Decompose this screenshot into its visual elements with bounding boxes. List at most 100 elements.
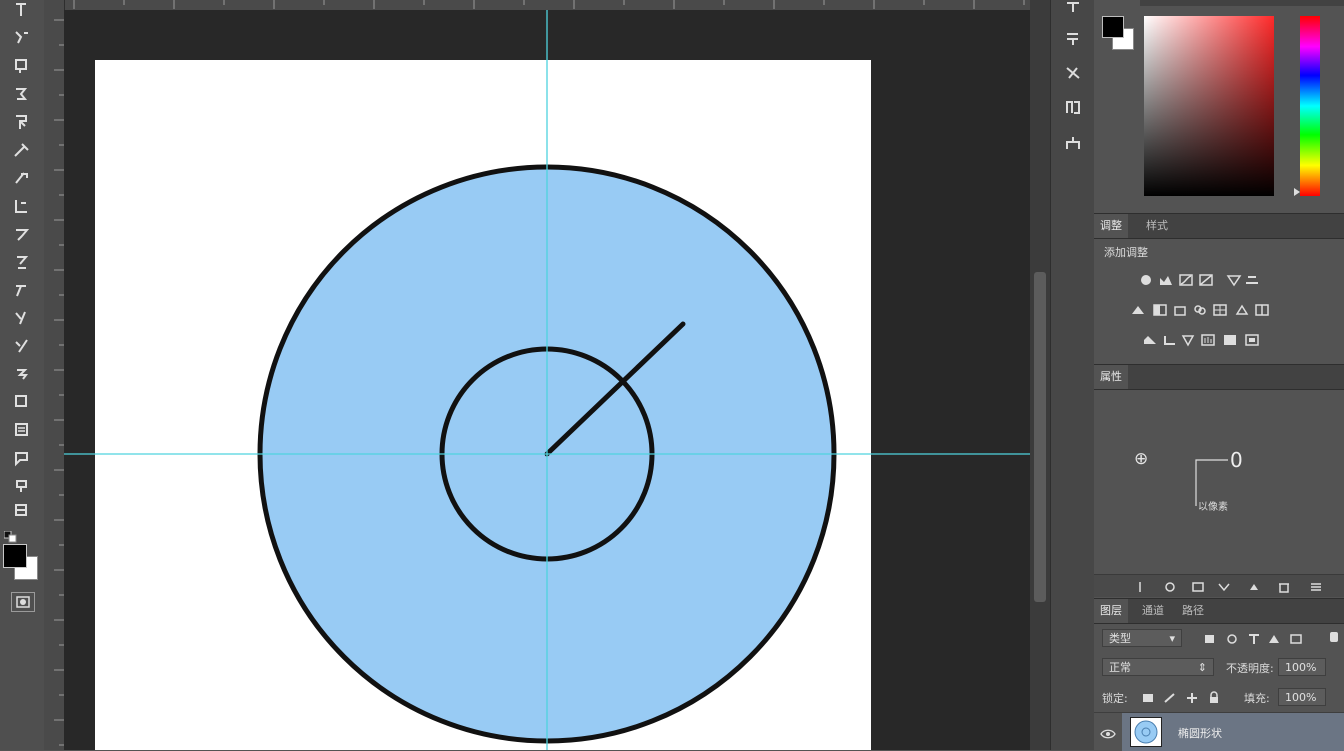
blend-mode-value: 正常 [1109,661,1131,674]
threshold-icon[interactable] [1142,332,1158,346]
exposure-icon[interactable] [1198,272,1214,286]
type-icon[interactable] [10,420,34,440]
color-panel [1094,0,1344,210]
delete-adjustment-icon[interactable] [1246,579,1262,593]
chevron-down-icon: ▾ [1169,632,1175,645]
lock-pixels-icon[interactable] [1140,690,1156,704]
filter-type-icon[interactable] [1246,631,1262,645]
filter-pixel-icon[interactable] [1202,631,1218,645]
character-icon[interactable] [1058,92,1088,122]
artwork[interactable] [64,10,1030,750]
foreground-color-swatch[interactable] [3,544,27,568]
eraser-icon[interactable] [10,280,34,300]
color-spectrum[interactable] [1144,16,1274,196]
marquee-icon[interactable] [10,28,34,48]
tab-channels[interactable]: 通道 [1136,599,1170,623]
vertical-ruler [44,0,65,750]
curves-icon[interactable] [1178,272,1194,286]
hue-slider[interactable] [1300,16,1320,196]
tab-paths[interactable]: 路径 [1176,599,1210,623]
filter-toggle[interactable] [1326,629,1338,643]
view-previous-icon[interactable] [1162,579,1178,593]
lock-all-icon[interactable] [1206,690,1222,704]
opacity-input[interactable]: 100% [1278,658,1326,676]
selective-color-icon[interactable] [1180,332,1196,347]
trash-icon[interactable] [1276,579,1292,593]
toggle-visibility-icon[interactable] [1216,579,1232,593]
posterize-icon[interactable] [1254,302,1270,316]
tab-properties[interactable]: 属性 [1094,365,1128,389]
hue-saturation-icon[interactable] [1244,272,1260,286]
shadows-highlights-icon[interactable] [1200,332,1216,346]
properties-icon[interactable] [1058,24,1088,54]
hdr-toning-icon[interactable] [1222,332,1238,346]
layer-thumbnail [1130,717,1162,747]
tab-styles[interactable]: 样式 [1140,214,1174,238]
history-brush-icon[interactable] [10,252,34,272]
filter-shape-icon[interactable] [1266,631,1282,645]
angle-value[interactable]: 0 [1230,448,1243,472]
scrollbar-thumb[interactable] [1034,272,1046,602]
quick-select-icon[interactable] [10,84,34,104]
tab-adjustments[interactable]: 调整 [1094,214,1128,238]
default-colors-icon[interactable] [3,528,18,543]
vibrance-icon[interactable] [1226,272,1242,287]
lock-paint-icon[interactable] [1162,690,1178,704]
panel-foreground-swatch[interactable] [1102,16,1124,38]
adjustments-tabbar: 调整 样式 [1094,213,1344,239]
hue-slider-handle[interactable] [1294,188,1306,196]
color-balance-icon[interactable] [1130,302,1146,316]
brush-presets-icon[interactable] [1058,58,1088,88]
panel-menu-icon[interactable] [1308,579,1324,593]
clone-stamp-icon[interactable] [10,224,34,244]
paragraph-icon[interactable] [1058,128,1088,158]
lasso-icon[interactable] [10,56,34,76]
history-icon[interactable] [1058,0,1088,24]
right-panels: 调整 样式 添加调整 属性 ⊕ 0 以像素 图层 通道 路径 类型 ▾ 正常 ⇕… [1094,0,1344,751]
crop-icon[interactable] [10,112,34,132]
path-select-icon[interactable] [10,448,34,468]
layer-name[interactable]: 椭圆形状 [1178,725,1222,741]
fill-input[interactable]: 100% [1278,688,1326,706]
angle-icon: ⊕ [1134,449,1149,469]
levels-icon[interactable] [1158,272,1174,286]
chevron-down-icon: ⇕ [1197,661,1207,674]
color-lookup-icon[interactable] [1212,302,1228,316]
adjustments-title: 添加调整 [1104,246,1148,259]
layer-row[interactable]: 椭圆形状 [1094,712,1344,751]
tools-panel [0,0,45,750]
eyedropper-icon[interactable] [10,140,34,160]
lock-position-icon[interactable] [1184,690,1200,704]
brush-icon[interactable] [10,196,34,216]
shape-icon[interactable] [10,476,34,496]
black-white-icon[interactable] [1152,302,1168,316]
photo-filter-icon[interactable] [1172,302,1188,316]
blend-mode-select[interactable]: 正常 ⇕ [1102,658,1214,676]
reset-icon[interactable] [1190,579,1206,593]
panel-dock [1050,0,1096,750]
gradient-icon[interactable] [10,308,34,328]
clip-icon[interactable] [1132,579,1148,593]
variations-icon[interactable] [1244,332,1260,346]
channel-mixer-icon[interactable] [1192,302,1208,316]
hand-icon[interactable] [10,500,34,520]
opacity-label: 不透明度: [1226,662,1274,675]
dodge-icon[interactable] [10,364,34,384]
pen-icon[interactable] [10,392,34,412]
filter-smart-object-icon[interactable] [1288,631,1304,645]
invert-icon[interactable] [1234,302,1250,316]
filter-adjustment-icon[interactable] [1224,631,1240,645]
blur-icon[interactable] [10,336,34,356]
move-icon[interactable] [10,0,34,20]
healing-icon[interactable] [10,168,34,188]
quick-mask-icon[interactable] [11,592,35,612]
property-caption: 以像素 [1198,502,1228,513]
eye-icon[interactable] [1100,725,1116,739]
brightness-icon[interactable] [1138,272,1154,286]
layer-filter-select[interactable]: 类型 ▾ [1102,629,1182,647]
properties-footer [1094,574,1344,597]
fill-label: 填充: [1244,692,1270,705]
tab-layers[interactable]: 图层 [1094,599,1128,623]
gradient-map-icon[interactable] [1162,332,1178,346]
properties-tabbar: 属性 [1094,364,1344,390]
